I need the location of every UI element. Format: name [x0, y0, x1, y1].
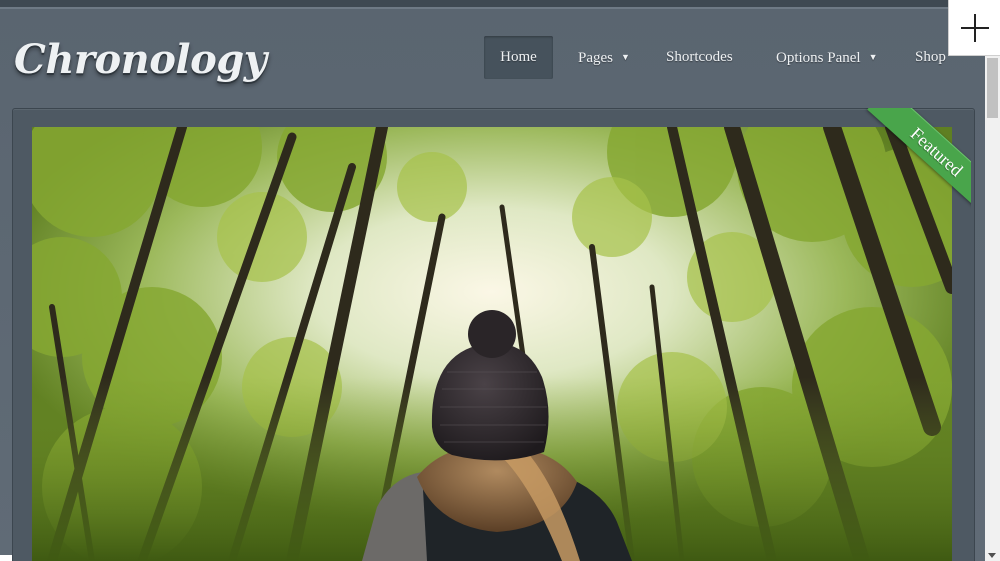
- page: Chronology Home Pages ▼ Shortcodes Option…: [0, 0, 1000, 561]
- featured-ribbon: Featured: [867, 108, 971, 217]
- nav-item-label: Shop: [915, 49, 946, 65]
- nav-item-shop[interactable]: Shop: [915, 36, 946, 79]
- nav-item-label: Shortcodes: [666, 49, 733, 65]
- forest-photo: [32, 127, 952, 561]
- nav-item-pages[interactable]: Pages ▼: [578, 36, 630, 79]
- nav-item-home[interactable]: Home: [484, 36, 553, 79]
- plus-icon-vertical: [974, 14, 976, 42]
- scroll-down-arrow-icon[interactable]: [988, 553, 996, 558]
- page-scrollbar[interactable]: [985, 56, 1000, 561]
- top-strip: [0, 0, 1000, 9]
- nav-item-label: Options Panel: [776, 50, 861, 66]
- bottom-edge: [0, 555, 12, 561]
- featured-image[interactable]: [32, 127, 952, 561]
- site-header: Chronology Home Pages ▼ Shortcodes Option…: [0, 9, 985, 106]
- chevron-down-icon: ▼: [621, 52, 630, 62]
- nav-item-shortcodes[interactable]: Shortcodes: [666, 36, 733, 79]
- nav-item-options-panel[interactable]: Options Panel ▼: [776, 36, 878, 79]
- nav-item-label: Home: [500, 49, 537, 65]
- nav-item-label: Pages: [578, 50, 613, 66]
- main-nav: Home Pages ▼ Shortcodes Options Panel ▼ Sh…: [0, 36, 985, 79]
- scrollbar-thumb[interactable]: [987, 58, 998, 118]
- chevron-down-icon: ▼: [868, 52, 878, 62]
- featured-ribbon-wrap: Featured: [843, 108, 971, 220]
- add-button[interactable]: [948, 0, 1000, 56]
